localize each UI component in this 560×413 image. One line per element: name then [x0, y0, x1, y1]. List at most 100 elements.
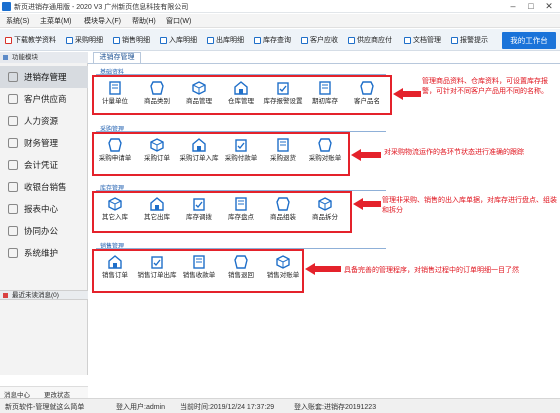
sidebar-footer: 消息中心 更改状态	[0, 386, 88, 399]
module-item-icon	[275, 137, 291, 153]
module-item[interactable]: 商品拆分	[305, 196, 345, 221]
module-item-label: 商品拆分	[312, 214, 338, 221]
module-item-label: 库存报警设置	[263, 98, 303, 105]
module-item-icon	[107, 137, 123, 153]
module-item[interactable]: 商品管理	[179, 80, 219, 105]
module-item[interactable]: 库存调拨	[179, 196, 219, 221]
module-item-icon	[275, 80, 291, 96]
module-item-label: 采购订单入库	[179, 155, 219, 162]
toolbar-document[interactable]: 文档管理	[404, 35, 441, 46]
module-item-icon	[317, 196, 333, 212]
module-item[interactable]: 库存盘点	[221, 196, 261, 221]
sidebar-item-label: 人力资源	[24, 116, 59, 126]
maximize-icon[interactable]: □	[522, 0, 540, 13]
module-item-label: 采购对账单	[308, 155, 342, 162]
window-title: 新页进销存通用版 - 2020 V3 广州新页信息科技有限公司	[14, 4, 189, 11]
toolbar-receivable[interactable]: 客户应收	[301, 35, 338, 46]
module-item[interactable]: 仓库管理	[221, 80, 261, 105]
module-item[interactable]: 商品类别	[137, 80, 177, 105]
sidebar-header-label: 功能模块	[12, 54, 38, 61]
module-item-icon	[233, 80, 249, 96]
sidebar-item-customers[interactable]: 客户供应商	[0, 88, 88, 110]
app-icon	[2, 2, 11, 11]
tab-inventory[interactable]: 进销存管理	[93, 52, 141, 63]
sidebar-item-cashier[interactable]: 收银台销售	[0, 176, 88, 198]
close-icon[interactable]: ✕	[540, 0, 558, 13]
module-item-icon	[149, 137, 165, 153]
module-item-label: 采购申请单	[98, 155, 132, 162]
module-item[interactable]: 采购订单	[137, 137, 177, 162]
stock-in-detail-icon	[160, 37, 167, 44]
module-item[interactable]: 采购对账单	[305, 137, 345, 162]
main-content: 基础资料 采购管理 库存管理 销售管理 计量单位 商品类别 商品管理 仓库管理 库存报警…	[88, 63, 560, 386]
module-item-icon	[149, 196, 165, 212]
toolbar-sales-detail[interactable]: 销售明细	[113, 35, 150, 46]
sidebar-item-reports[interactable]: 报表中心	[0, 198, 88, 220]
toolbar-label: 入库明细	[169, 37, 197, 44]
arrow-icon	[393, 88, 421, 100]
module-item[interactable]: 商品组装	[263, 196, 303, 221]
module-item[interactable]: 客户品名	[347, 80, 387, 105]
purchase-detail-icon	[66, 37, 73, 44]
module-item-icon	[149, 254, 165, 270]
module-item[interactable]: 销售退回	[221, 254, 261, 279]
toolbar: 下载教学资料 采购明细 销售明细 入库明细 出库明细 库存查询 客户应收 供应商…	[0, 29, 560, 51]
module-item-label: 商品类别	[144, 98, 170, 105]
module-item-label: 销售订单	[102, 272, 128, 279]
toolbar-download-materials[interactable]: 下载教学资料	[5, 35, 56, 46]
module-item-label: 期初库存	[312, 98, 338, 105]
module-item[interactable]: 销售订单出库	[137, 254, 177, 279]
workbench-button[interactable]: 我的工作台	[502, 32, 556, 49]
sales-detail-icon	[113, 37, 120, 44]
toolbar-purchase-detail[interactable]: 采购明细	[66, 35, 103, 46]
sidebar-item-inventory[interactable]: 进销存管理	[0, 66, 88, 88]
sidebar-item-voucher[interactable]: 会计凭证	[0, 154, 88, 176]
report-icon	[8, 204, 18, 214]
module-item[interactable]: 销售订单	[95, 254, 135, 279]
module-item[interactable]: 销售对账单	[263, 254, 303, 279]
sidebar-item-label: 会计凭证	[24, 160, 59, 170]
module-item[interactable]: 采购申请单	[95, 137, 135, 162]
alarm-icon	[451, 37, 458, 44]
sidebar-item-hr[interactable]: 人力资源	[0, 110, 88, 132]
document-icon	[404, 37, 411, 44]
status-account: 登入账套:进销存20191223	[294, 404, 377, 411]
recent-messages-header[interactable]: 最近未读消息(0)	[0, 290, 88, 300]
menu-main[interactable]: 主菜单(M)	[40, 16, 72, 26]
sidebar-item-finance[interactable]: 财务管理	[0, 132, 88, 154]
menu-module-import[interactable]: 模块导入(F)	[84, 16, 121, 26]
module-item[interactable]: 计量单位	[95, 80, 135, 105]
module-item[interactable]: 采购订单入库	[179, 137, 219, 162]
toolbar-label: 采购明细	[75, 37, 103, 44]
menu-help[interactable]: 帮助(H)	[132, 16, 156, 26]
settings-icon	[8, 248, 18, 258]
toolbar-payable[interactable]: 供应商应付	[348, 35, 392, 46]
sidebar-item-label: 财务管理	[24, 138, 59, 148]
sidebar-item-system[interactable]: 系统维护	[0, 242, 88, 264]
sidebar-item-collab[interactable]: 协同办公	[0, 220, 88, 242]
menu-window[interactable]: 窗口(W)	[166, 16, 191, 26]
toolbar-stock-query[interactable]: 库存查询	[254, 35, 291, 46]
module-item[interactable]: 期初库存	[305, 80, 345, 105]
menu-system[interactable]: 系统(S)	[6, 16, 29, 26]
module-item[interactable]: 销售收款单	[179, 254, 219, 279]
module-item[interactable]: 其它入库	[95, 196, 135, 221]
module-item[interactable]: 其它出库	[137, 196, 177, 221]
module-item-label: 商品组装	[270, 214, 296, 221]
module-item[interactable]: 采购付款单	[221, 137, 261, 162]
title-bar: 新页进销存通用版 - 2020 V3 广州新页信息科技有限公司 – □ ✕	[0, 0, 560, 13]
module-item-icon	[191, 137, 207, 153]
toolbar-stock-in-detail[interactable]: 入库明细	[160, 35, 197, 46]
finance-icon	[8, 138, 18, 148]
module-item-icon	[149, 80, 165, 96]
minimize-icon[interactable]: –	[504, 0, 522, 13]
toolbar-alarm[interactable]: 报警提示	[451, 35, 488, 46]
toolbar-label: 文档管理	[413, 37, 441, 44]
module-item-label: 销售对账单	[266, 272, 300, 279]
module-item[interactable]: 库存报警设置	[263, 80, 303, 105]
module-item-icon	[233, 254, 249, 270]
module-item[interactable]: 采购退货	[263, 137, 303, 162]
arrow-icon	[353, 198, 381, 210]
voucher-icon	[8, 160, 18, 170]
toolbar-stock-out-detail[interactable]: 出库明细	[207, 35, 244, 46]
